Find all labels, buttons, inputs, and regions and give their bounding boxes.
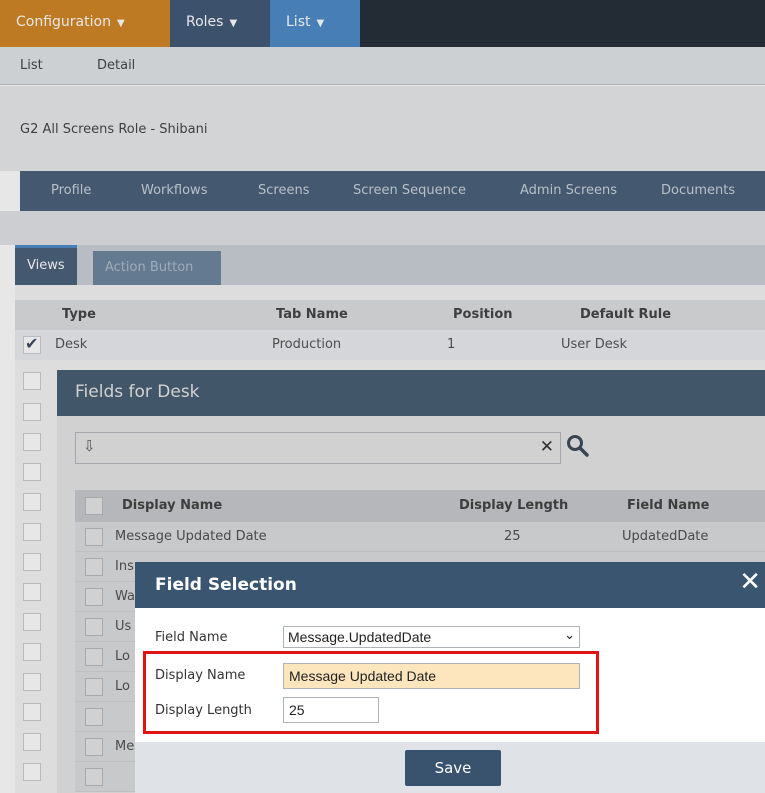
row-checkbox[interactable]: [23, 583, 41, 601]
table-row[interactable]: Message Updated Date 25 UpdatedDate: [75, 522, 765, 552]
save-button[interactable]: Save: [405, 750, 501, 786]
field-name-select[interactable]: Message.UpdatedDate ⌄: [283, 626, 580, 648]
chevron-down-icon: ▼: [316, 18, 325, 29]
fields-modal-header: Fields for Desk: [57, 370, 765, 416]
subnav-item-list[interactable]: List: [20, 58, 43, 73]
row-checkbox[interactable]: [23, 334, 41, 354]
tab-admin-screens[interactable]: Admin Screens: [520, 183, 617, 198]
row-checkbox[interactable]: [23, 763, 41, 781]
col-default-rule[interactable]: Default Rule: [580, 307, 671, 322]
field-name-value: Message.UpdatedDate: [288, 629, 432, 645]
table-row[interactable]: Desk Production 1 User Desk: [15, 330, 765, 360]
cell-display-name: Lo: [115, 679, 130, 694]
col-field-name[interactable]: Field Name: [627, 498, 709, 513]
row-checkbox[interactable]: [85, 738, 103, 756]
grid-header: Type Tab Name Position Default Rule: [15, 300, 765, 330]
select-all-checkbox[interactable]: [85, 497, 103, 515]
field-selection-modal: Field Selection ✕ Field Name Message.Upd…: [135, 562, 765, 793]
col-display-name[interactable]: Display Name: [122, 498, 222, 513]
chevron-down-icon: ▼: [229, 18, 238, 29]
role-header: G2 All Screens Role - Shibani: [0, 86, 765, 171]
row-checkbox[interactable]: [23, 703, 41, 721]
tab-action-button[interactable]: Action Button: [93, 251, 221, 285]
search-icon[interactable]: [565, 433, 591, 459]
row-checkbox[interactable]: [23, 553, 41, 571]
row-checkbox[interactable]: [85, 708, 103, 726]
row-checkbox[interactable]: [85, 528, 103, 546]
cell-display-name: Wa: [115, 589, 135, 604]
tab-roles-label: Roles: [186, 14, 224, 30]
cell-display-name: Lo: [115, 649, 130, 664]
row-checkbox[interactable]: [23, 433, 41, 451]
role-title: G2 All Screens Role - Shibani: [20, 122, 208, 137]
row-checkbox[interactable]: [85, 768, 103, 786]
tab-configuration[interactable]: Configuration ▼: [0, 0, 170, 47]
cell-display-name: Us: [115, 619, 132, 634]
clear-icon[interactable]: ✕: [540, 437, 554, 457]
filter-icon: ⇩: [83, 437, 96, 455]
row-checkbox[interactable]: [85, 618, 103, 636]
tab-screen-sequence[interactable]: Screen Sequence: [353, 183, 466, 198]
cell-display-name: Me: [115, 739, 135, 754]
tab-configuration-label: Configuration: [16, 14, 111, 30]
cell-default-rule: User Desk: [561, 337, 628, 352]
chevron-down-icon: ▼: [116, 18, 125, 29]
profile-tabs: Profile Workflows Screens Screen Sequenc…: [20, 171, 765, 211]
view-tabs: Views Action Button: [15, 245, 765, 285]
row-checkbox[interactable]: [85, 648, 103, 666]
close-icon[interactable]: ✕: [739, 569, 761, 595]
col-display-length[interactable]: Display Length: [459, 498, 568, 513]
row-checkbox[interactable]: [23, 613, 41, 631]
highlight-box: [143, 651, 599, 734]
subnav-item-detail[interactable]: Detail: [97, 58, 135, 73]
field-selection-header: Field Selection ✕: [135, 562, 765, 608]
row-checkbox[interactable]: [23, 372, 41, 390]
field-name-label: Field Name: [155, 630, 228, 645]
tab-views[interactable]: Views: [15, 245, 77, 285]
cell-field-name: UpdatedDate: [622, 529, 709, 544]
field-selection-title: Field Selection: [155, 575, 297, 595]
tab-documents[interactable]: Documents: [661, 183, 735, 198]
cell-tab-name: Production: [272, 337, 342, 352]
tab-roles[interactable]: Roles ▼: [170, 0, 270, 47]
row-checkbox[interactable]: [23, 463, 41, 481]
cell-display-length: 25: [504, 529, 521, 544]
cell-position: 1: [447, 337, 456, 352]
row-checkbox[interactable]: [85, 588, 103, 606]
row-checkbox[interactable]: [23, 403, 41, 421]
row-checkbox[interactable]: [85, 558, 103, 576]
row-checkbox[interactable]: [85, 678, 103, 696]
modal-footer: Save: [135, 742, 765, 793]
row-checkbox[interactable]: [23, 643, 41, 661]
fields-grid-header: Display Name Display Length Field Name: [75, 490, 765, 522]
filter-input[interactable]: ⇩ ✕: [75, 432, 561, 464]
chevron-down-icon: ⌄: [564, 627, 575, 642]
col-type[interactable]: Type: [62, 307, 96, 322]
top-nav: Configuration ▼ Roles ▼ List ▼: [0, 0, 765, 47]
tab-list[interactable]: List ▼: [270, 0, 360, 47]
tab-list-label: List: [286, 14, 311, 30]
col-position[interactable]: Position: [453, 307, 513, 322]
cell-display-name: Message Updated Date: [115, 529, 267, 544]
tab-screens[interactable]: Screens: [258, 183, 309, 198]
col-tab-name[interactable]: Tab Name: [276, 307, 348, 322]
cell-display-name: Ins: [115, 559, 134, 574]
spacer: [0, 211, 765, 245]
page: Configuration ▼ Roles ▼ List ▼ List Detail …: [0, 0, 765, 793]
row-checkbox[interactable]: [23, 733, 41, 751]
cell-type: Desk: [55, 337, 88, 352]
row-checkbox[interactable]: [23, 493, 41, 511]
row-checkbox[interactable]: [23, 673, 41, 691]
tab-workflows[interactable]: Workflows: [141, 183, 207, 198]
row-checkbox[interactable]: [23, 523, 41, 541]
fields-modal-title: Fields for Desk: [75, 382, 200, 402]
tab-profile[interactable]: Profile: [51, 183, 91, 198]
sub-nav: List Detail: [0, 47, 765, 85]
